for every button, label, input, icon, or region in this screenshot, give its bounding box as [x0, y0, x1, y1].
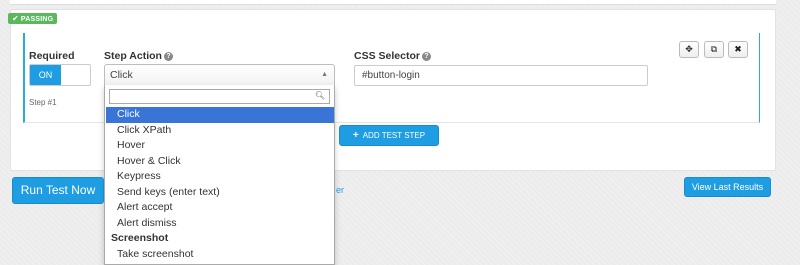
dropdown-options: Click Click XPath Hover Hover & Click Ke… [106, 107, 334, 262]
caret-up-icon: ▲ [321, 71, 328, 78]
option-click[interactable]: Click [106, 107, 334, 123]
option-click-xpath[interactable]: Click XPath [106, 123, 334, 139]
dropdown-search-input[interactable]: 🔍︎ [109, 89, 330, 104]
previous-card [10, 0, 776, 5]
plus-icon: + [352, 130, 359, 141]
move-step-button[interactable]: ✥ [679, 41, 699, 58]
required-toggle[interactable]: ON [29, 64, 91, 86]
add-test-step-label: ADD TEST STEP [362, 131, 426, 140]
option-keypress[interactable]: Keypress [106, 169, 334, 185]
css-selector-input[interactable]: #button-login [354, 65, 648, 86]
css-selector-label: CSS Selector [354, 50, 420, 62]
css-selector-heading: CSS Selector? [354, 50, 431, 62]
move-icon: ✥ [685, 44, 693, 54]
search-icon: 🔍︎ [314, 91, 325, 100]
option-group-screenshot: Screenshot [111, 232, 169, 244]
partial-link[interactable]: er [336, 185, 344, 195]
copy-icon: ⧉ [710, 44, 718, 54]
step-action-label: Step Action [104, 50, 162, 62]
step-action-dropdown: 🔍︎ Click Click XPath Hover Hover & Click… [104, 85, 335, 265]
option-hover-click[interactable]: Hover & Click [106, 154, 334, 170]
option-alert-dismiss[interactable]: Alert dismiss [106, 216, 334, 232]
help-icon[interactable]: ? [163, 52, 173, 61]
select-value: Click [110, 69, 133, 81]
run-test-now-button[interactable]: Run Test Now [12, 177, 104, 204]
option-alert-accept[interactable]: Alert accept [106, 200, 334, 216]
check-icon: ✔ [12, 14, 19, 23]
status-badge: ✔ PASSING [8, 13, 58, 24]
option-take-screenshot[interactable]: Take screenshot [106, 247, 334, 263]
option-hover[interactable]: Hover [106, 138, 334, 154]
close-icon: ✖ [734, 44, 742, 54]
duplicate-step-button[interactable]: ⧉ [704, 41, 724, 58]
step-number: Step #1 [29, 98, 57, 107]
delete-step-button[interactable]: ✖ [728, 41, 748, 58]
add-test-step-button[interactable]: + ADD TEST STEP [339, 125, 439, 146]
view-last-results-button[interactable]: View Last Results [684, 177, 771, 197]
step-action-select[interactable]: Click ▲ [104, 64, 335, 86]
required-label: Required [29, 50, 75, 62]
step-action-heading: Step Action? [104, 50, 173, 62]
help-icon[interactable]: ? [421, 52, 431, 61]
toggle-on-state: ON [30, 65, 61, 85]
option-send-keys[interactable]: Send keys (enter text) [106, 185, 334, 201]
